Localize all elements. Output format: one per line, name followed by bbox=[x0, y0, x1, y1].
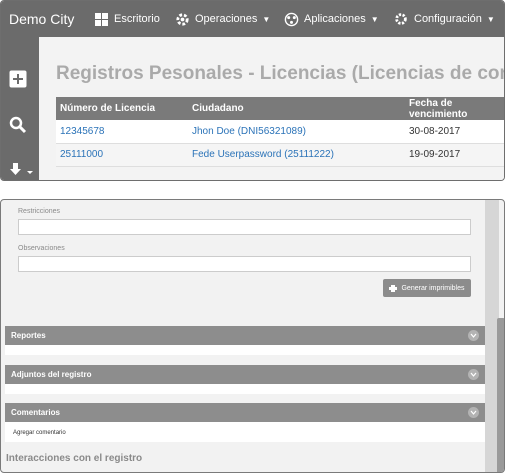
sidebar bbox=[1, 37, 39, 181]
table-row[interactable]: 25111000 Fede Userpassword (25111222) 19… bbox=[56, 143, 504, 167]
nav-aplicaciones[interactable]: Aplicaciones ▼ bbox=[283, 1, 379, 37]
cog-icon bbox=[393, 11, 409, 27]
navbar: Demo City Escritorio Operaciones ▼ Aplic… bbox=[1, 1, 504, 37]
interactions-title: Interacciones con el registro bbox=[6, 453, 143, 464]
nav-operaciones-label: Operaciones bbox=[195, 13, 258, 25]
nav-configuracion-label: Configuración bbox=[414, 13, 482, 25]
chevron-down-icon[interactable] bbox=[468, 407, 479, 418]
restricciones-input[interactable] bbox=[18, 219, 471, 235]
search-icon bbox=[9, 116, 27, 139]
chevron-down-icon[interactable] bbox=[468, 369, 479, 380]
panel-title-reportes: Reportes bbox=[11, 331, 46, 340]
column-header[interactable]: Fecha de vencimiento bbox=[405, 97, 504, 120]
nav-escritorio[interactable]: Escritorio bbox=[93, 1, 160, 37]
chevron-down-icon[interactable] bbox=[468, 330, 479, 341]
download-button[interactable] bbox=[6, 161, 36, 181]
citizen-link[interactable]: Jhon Doe (DNI56321089) bbox=[192, 126, 306, 137]
observaciones-label: Observaciones bbox=[18, 245, 65, 252]
generate-printables-label: Generar imprimibles bbox=[401, 284, 465, 292]
add-comment-link[interactable]: Agregar comentario bbox=[13, 430, 66, 436]
generate-printables-button[interactable]: Generar imprimibles bbox=[383, 279, 471, 297]
page-title: Registros Pesonales - Licencias (Licenci… bbox=[56, 63, 504, 84]
expiry-date: 30-08-2017 bbox=[405, 120, 504, 144]
search-button[interactable] bbox=[6, 116, 30, 138]
panel-body-adjuntos bbox=[5, 384, 485, 394]
nav-operaciones[interactable]: Operaciones ▼ bbox=[174, 1, 270, 37]
license-number-link[interactable]: 25111000 bbox=[60, 149, 103, 160]
chevron-down-icon: ▼ bbox=[370, 14, 379, 24]
restricciones-label: Restricciones bbox=[18, 208, 61, 215]
licenses-table: Número de Licencia Ciudadano Fecha de ve… bbox=[56, 97, 504, 167]
network-icon bbox=[283, 11, 299, 27]
column-header[interactable]: Ciudadano bbox=[188, 97, 405, 120]
top-window: Demo City Escritorio Operaciones ▼ Aplic… bbox=[0, 0, 505, 181]
table-row[interactable]: 12345678 Jhon Doe (DNI56321089) 30-08-20… bbox=[56, 120, 504, 144]
add-button[interactable] bbox=[6, 70, 30, 92]
license-number-link[interactable]: 12345678 bbox=[60, 126, 105, 137]
gear-icon bbox=[174, 11, 190, 27]
panel-body-reportes bbox=[5, 345, 485, 355]
panel-header-adjuntos[interactable]: Adjuntos del registro bbox=[5, 365, 485, 384]
panel-header-reportes[interactable]: Reportes bbox=[5, 326, 485, 345]
chevron-down-icon: ▼ bbox=[262, 14, 271, 24]
panel-body-comentarios bbox=[5, 422, 485, 442]
panel-title-comentarios: Comentarios bbox=[11, 408, 60, 417]
main-content: Registros Pesonales - Licencias (Licenci… bbox=[44, 37, 504, 180]
scrollbar-thumb[interactable] bbox=[497, 318, 504, 472]
print-icon bbox=[389, 284, 398, 292]
citizen-link[interactable]: Fede Userpassword (25111222) bbox=[192, 149, 334, 160]
bottom-window: Restricciones Observaciones Generar impr… bbox=[0, 199, 505, 473]
nav-configuracion[interactable]: Configuración ▼ bbox=[393, 1, 495, 37]
download-icon bbox=[8, 162, 34, 181]
panel-title-adjuntos: Adjuntos del registro bbox=[11, 370, 92, 379]
nav-escritorio-label: Escritorio bbox=[114, 13, 160, 25]
record-detail: Restricciones Observaciones Generar impr… bbox=[1, 200, 504, 472]
brand-title[interactable]: Demo City bbox=[9, 11, 74, 27]
chevron-down-icon: ▼ bbox=[486, 14, 495, 24]
column-header[interactable]: Número de Licencia bbox=[56, 97, 188, 120]
expiry-date: 19-09-2017 bbox=[405, 143, 504, 167]
nav-aplicaciones-label: Aplicaciones bbox=[304, 13, 366, 25]
panel-header-comentarios[interactable]: Comentarios bbox=[5, 403, 485, 422]
dashboard-icon bbox=[93, 11, 109, 27]
observaciones-input[interactable] bbox=[18, 256, 471, 272]
plus-box-icon bbox=[9, 70, 27, 93]
